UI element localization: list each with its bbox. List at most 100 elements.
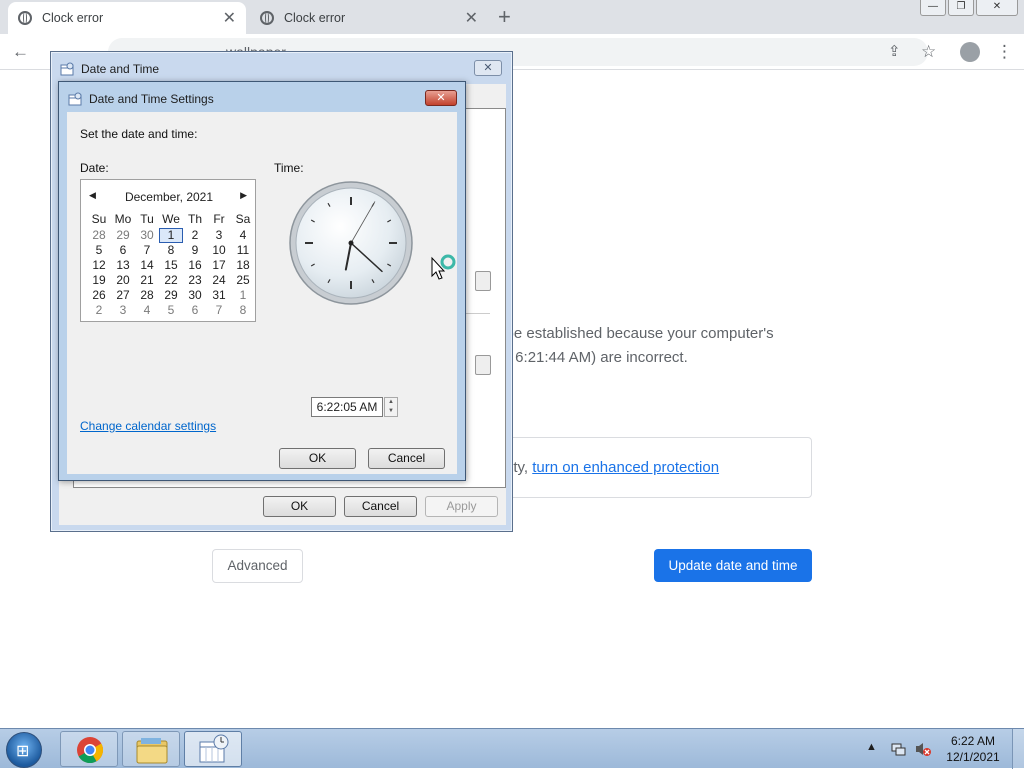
cancel-button[interactable]: Cancel [368, 448, 445, 469]
calendar-day[interactable]: 10 [207, 243, 231, 258]
maximize-button[interactable]: ❐ [948, 0, 974, 16]
calendar-day[interactable]: 7 [207, 303, 231, 318]
calendar-week-row: 12 13 14 15 16 17 18 [87, 258, 255, 273]
weekday-header-row: Su Mo Tu We Th Fr Sa [87, 212, 255, 227]
folder-icon [136, 738, 168, 764]
calendar-day[interactable]: 2 [87, 303, 111, 318]
tab-clock-error-2[interactable]: Clock error ✕ [250, 2, 488, 34]
calendar-week-row: 19 20 21 22 23 24 25 [87, 273, 255, 288]
calendar-day[interactable]: 29 [159, 288, 183, 303]
calendar-day[interactable]: 30 [183, 288, 207, 303]
apply-button[interactable]: Apply [425, 496, 498, 517]
calendar-day[interactable]: 9 [183, 243, 207, 258]
calendar-day[interactable]: 8 [231, 303, 255, 318]
tab-close-icon[interactable]: ✕ [223, 8, 236, 28]
calendar-day[interactable]: 26 [87, 288, 111, 303]
calendar-day[interactable]: 1 [231, 288, 255, 303]
weekday-label: Mo [114, 212, 132, 226]
calendar-day[interactable]: 17 [207, 258, 231, 273]
show-hidden-icons-button[interactable]: ▲ [866, 741, 877, 753]
calendar-day[interactable]: 4 [135, 303, 159, 318]
minimize-button[interactable]: — [920, 0, 946, 16]
calendar-day[interactable]: 27 [111, 288, 135, 303]
profile-avatar-icon[interactable] [960, 42, 980, 62]
calendar-day[interactable]: 6 [183, 303, 207, 318]
calendar-day[interactable]: 22 [159, 273, 183, 288]
calendar-day[interactable]: 12 [87, 258, 111, 273]
start-button[interactable]: ⊞ [6, 732, 42, 768]
dialog-close-button[interactable]: ✕ [425, 90, 457, 106]
taskbar-date-time[interactable] [184, 731, 242, 767]
calendar-day[interactable]: 25 [231, 273, 255, 288]
mouse-cursor-icon [431, 254, 456, 280]
calendar-day[interactable]: 3 [111, 303, 135, 318]
date-time-settings-dialog: Date and Time Settings ✕ Set the date an… [58, 81, 466, 481]
clock-face [289, 181, 413, 305]
change-calendar-settings-link[interactable]: Change calendar settings [80, 419, 216, 433]
calendar-day[interactable]: 13 [111, 258, 135, 273]
calendar-day[interactable]: 6 [111, 243, 135, 258]
calendar-day[interactable]: 29 [111, 228, 135, 243]
calendar-day[interactable]: 2 [183, 228, 207, 243]
tab-close-icon[interactable]: ✕ [465, 8, 478, 28]
next-month-arrow-icon[interactable]: ▶ [240, 190, 247, 201]
dialog-title: Date and Time [81, 62, 160, 76]
speaker-muted-icon[interactable] [914, 741, 932, 757]
back-arrow-icon[interactable]: ← [12, 42, 29, 62]
calendar-day[interactable]: 8 [159, 243, 183, 258]
calendar-day[interactable]: 19 [87, 273, 111, 288]
calendar-day[interactable]: 28 [135, 288, 159, 303]
calendar-day[interactable]: 4 [231, 228, 255, 243]
calendar-day[interactable]: 18 [231, 258, 255, 273]
outer-cancel-button[interactable]: Cancel [344, 496, 417, 517]
divider [464, 313, 490, 314]
month-year-header[interactable]: December, 2021 [81, 190, 257, 204]
network-icon[interactable] [890, 741, 906, 757]
taskbar-clock[interactable]: 6:22 AM 12/1/2021 [938, 733, 1008, 765]
taskbar-file-explorer[interactable] [122, 731, 180, 767]
calendar-day[interactable]: 20 [111, 273, 135, 288]
calendar-grid: Su Mo Tu We Th Fr Sa 28 29 30 1 2 3 4 5 6 7 8 9 10 11 12 13 14 1… [87, 212, 255, 318]
update-date-time-button[interactable]: Update date and time [654, 549, 812, 582]
calendar-day[interactable]: 7 [135, 243, 159, 258]
calendar-day[interactable]: 1 [159, 228, 183, 243]
info-prefix: ity, [510, 459, 533, 476]
calendar-day[interactable]: 5 [159, 303, 183, 318]
dialog-close-button[interactable]: ✕ [474, 60, 502, 76]
globe-icon [260, 11, 274, 25]
calendar-day[interactable]: 14 [135, 258, 159, 273]
calendar-day[interactable]: 24 [207, 273, 231, 288]
tab-clock-error-1[interactable]: Clock error ✕ [8, 2, 246, 34]
time-spinner[interactable]: ▲ ▼ [384, 397, 398, 417]
weekday-label: Th [187, 212, 202, 226]
time-label: Time: [274, 161, 304, 175]
error-text-line-2: 1 at 6:21:44 AM) are incorrect. [486, 349, 688, 366]
time-input[interactable]: 6:22:05 AM [311, 397, 383, 417]
ok-button[interactable]: OK [279, 448, 356, 469]
show-desktop-button[interactable] [1012, 729, 1024, 769]
calendar-day[interactable]: 28 [87, 228, 111, 243]
outer-ok-button[interactable]: OK [263, 496, 336, 517]
calendar-day[interactable]: 3 [207, 228, 231, 243]
calendar-day[interactable]: 30 [135, 228, 159, 243]
calendar-week-row: 5 6 7 8 9 10 11 [87, 243, 255, 258]
menu-dots-icon[interactable]: ⋮ [996, 42, 1013, 62]
advanced-button[interactable]: Advanced [212, 549, 303, 583]
calendar-day[interactable]: 5 [87, 243, 111, 258]
calendar-day[interactable]: 31 [207, 288, 231, 303]
calendar-day[interactable]: 11 [231, 243, 255, 258]
date-label: Date: [80, 161, 109, 175]
weekday-label: We [162, 212, 180, 226]
calendar-day[interactable]: 23 [183, 273, 207, 288]
enhanced-protection-link[interactable]: turn on enhanced protection [532, 459, 719, 476]
window-close-button[interactable]: ✕ [976, 0, 1018, 16]
new-tab-button[interactable]: + [498, 4, 511, 30]
error-description: n't be established because your computer… [486, 322, 816, 370]
calendar-day[interactable]: 16 [183, 258, 207, 273]
calendar-day[interactable]: 21 [135, 273, 159, 288]
share-icon[interactable]: ⇪ [888, 42, 901, 62]
taskbar-chrome[interactable] [60, 731, 118, 767]
enhanced-protection-box: ity, turn on enhanced protection [497, 437, 812, 498]
bookmark-star-icon[interactable]: ☆ [921, 42, 936, 62]
calendar-day[interactable]: 15 [159, 258, 183, 273]
